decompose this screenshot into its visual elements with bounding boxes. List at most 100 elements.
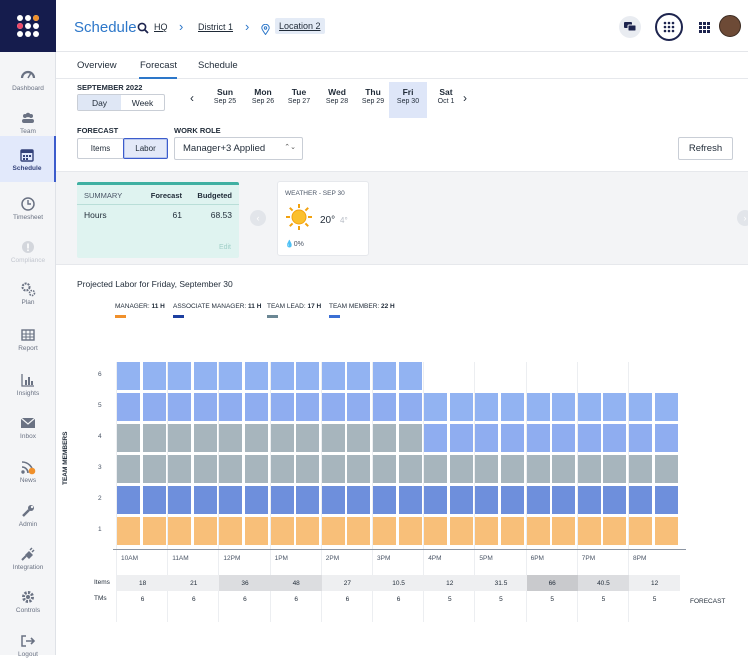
chart-cell [347,393,371,421]
table-cell: 12 [424,575,476,591]
rss-icon [20,459,36,475]
day-name: Wed [328,87,346,97]
app-logo[interactable] [0,0,56,52]
work-role-select[interactable]: Manager+3 Applied ⌃⌄ [174,137,303,160]
day-fri[interactable]: Fri Sep 30 [389,82,427,118]
sidebar-item-news[interactable]: News [0,450,56,493]
chevron-right-icon: › [245,19,250,34]
chart-cell [373,486,396,514]
chart-cell [654,517,678,545]
refresh-button[interactable]: Refresh [678,137,733,160]
sidebar-item-inbox[interactable]: Inbox [0,406,56,449]
table-cell: 40.5 [577,575,629,591]
chart-cell [373,517,396,545]
top-header: Schedule HQ › District 1 › Location 2 [56,0,748,52]
sidebar-item-compliance[interactable]: Compliance [0,230,56,273]
chart-cell [142,517,166,545]
breadcrumb-district[interactable]: District 1 [198,22,233,32]
sidebar-item-controls[interactable]: Controls [0,580,56,623]
x-tick-label: 12PM [223,555,241,562]
day-tue[interactable]: Tue Sep 27 [280,87,318,117]
search-icon[interactable] [137,21,149,39]
chat-icon[interactable] [619,16,641,38]
sidebar-item-schedule[interactable]: Schedule [0,136,56,182]
divider [77,204,239,205]
sidebar-item-plan[interactable]: Plan [0,272,56,315]
tab-overview[interactable]: Overview [77,60,117,71]
breadcrumb-hq[interactable]: HQ [154,22,168,32]
chevron-left-icon[interactable]: ‹ [250,210,266,226]
table-cell: 5 [601,595,606,603]
chart-cell [142,362,166,390]
chevron-right-icon[interactable]: › [737,210,748,226]
day-sun[interactable]: Sun Sep 25 [206,87,244,117]
apps-icon[interactable] [655,13,683,41]
table-cell: 5 [652,595,657,603]
sidebar-item-label: Report [18,345,38,352]
table-cell: 48 [270,575,322,591]
day-date: Sep 29 [361,98,385,105]
tab-schedule[interactable]: Schedule [198,60,238,71]
sidebar-item-logout[interactable]: Logout [0,624,56,667]
chart-cell [193,393,217,421]
x-tick-label: 7PM [581,555,596,562]
tab-forecast[interactable]: Forecast [140,60,177,71]
weather-high: 20° [320,215,336,226]
day-wed[interactable]: Wed Sep 28 [318,87,356,117]
sidebar-item-insights[interactable]: Insights [0,363,56,406]
x-tick-label: 10AM [121,555,138,562]
sidebar-item-label: Schedule [12,164,42,172]
filters: FORECAST WORK ROLE Items Labor Manager+3… [56,121,748,171]
table-cell: 12 [629,575,681,591]
breadcrumb-location[interactable]: Location 2 [275,18,325,34]
y-tick-label: 1 [98,526,102,533]
chart-cell [270,455,294,483]
grid-menu-icon[interactable] [699,20,710,38]
chart-cell [168,393,192,421]
day-view-button[interactable]: Day [78,95,121,110]
items-button[interactable]: Items [77,138,124,159]
prev-week-icon[interactable]: ‹ [190,91,194,105]
day-sat[interactable]: Sat Oct 1 [427,87,465,117]
x-tick-label: 6PM [530,555,544,562]
chart-cell [219,486,243,514]
day-thu[interactable]: Thu Sep 29 [354,87,392,117]
chart-cell [501,486,524,514]
next-week-icon[interactable]: › [463,91,467,105]
chart-cell [347,486,371,514]
chart-cell [373,455,396,483]
chart-cell [321,517,345,545]
weather-card: WEATHER - SEP 30 20° 4° 💧0% [277,181,369,256]
table-cell: 66 [526,575,578,591]
table-cell: 36 [219,575,271,591]
chart-cell [296,517,320,545]
sidebar-item-integration[interactable]: Integration [0,537,56,580]
chart-cell [475,455,499,483]
chart-cell [245,517,268,545]
chart-cell [347,455,371,483]
sidebar-item-dashboard[interactable]: Dashboard [0,58,56,101]
labor-button[interactable]: Labor [123,138,168,159]
logo-icon [17,15,39,37]
table-row-label: Items [94,579,110,586]
table-cell: 6 [396,595,401,603]
sidebar-item-report[interactable]: Report [0,318,56,361]
week-view-button[interactable]: Week [121,95,164,110]
user-avatar[interactable] [719,15,741,37]
chart-cell [475,486,499,514]
table-cell: 6 [243,595,247,603]
chart-cell [117,455,140,483]
day-mon[interactable]: Mon Sep 26 [244,87,282,117]
chart-cell [577,517,601,545]
chart-cell [245,424,268,452]
chart-cell [603,517,627,545]
view-toggle: Day Week [77,94,165,111]
legend-swatch [329,315,340,318]
sidebar-item-timesheet[interactable]: Timesheet [0,187,56,230]
edit-link[interactable]: Edit [219,244,231,251]
table-cell: 10.5 [373,575,425,591]
chart-cell [142,424,166,452]
sidebar-item-admin[interactable]: Admin [0,494,56,537]
chart-cell [449,393,473,421]
chart-cell [168,455,192,483]
